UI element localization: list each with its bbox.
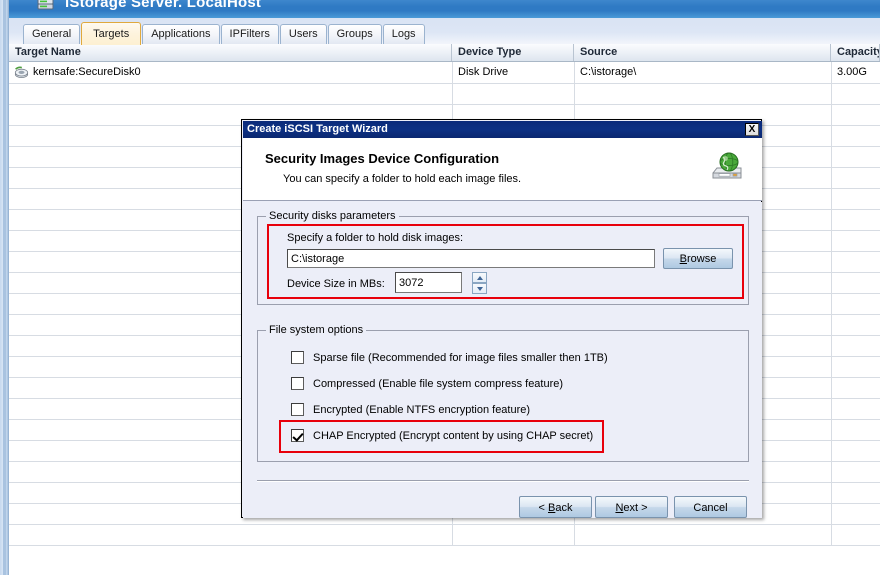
next-button[interactable]: Next >	[595, 496, 668, 518]
checkbox-label: Sparse file (Recommended for image files…	[313, 351, 608, 364]
dialog-titlebar: Create iSCSI Target Wizard X	[243, 121, 762, 138]
grid-column-divider	[452, 83, 453, 104]
window-left-edge-inner	[3, 0, 6, 575]
spinner-up-icon[interactable]	[472, 272, 487, 283]
folder-label: Specify a folder to hold disk images:	[287, 232, 464, 244]
device-size-stepper[interactable]	[472, 272, 487, 294]
grid-column-divider	[831, 251, 832, 272]
browse-button[interactable]: Browse	[663, 248, 733, 269]
grid-column-divider	[831, 335, 832, 356]
checkbox-checked-icon[interactable]	[291, 429, 304, 442]
back-button-label: < Back	[538, 502, 573, 514]
network-disk-drive-icon	[708, 149, 746, 187]
app-titlebar: iStorage Server. LocalHost	[9, 0, 880, 18]
tab-strip: General Targets Applications IPFilters Users…	[9, 18, 880, 45]
grid-column-divider	[831, 503, 832, 524]
tab-ipfilters[interactable]: IPFilters	[220, 24, 279, 44]
grid-column-header[interactable]: Target Name	[9, 44, 452, 61]
back-button[interactable]: < Back	[519, 496, 592, 518]
grid-cell: 3.00G	[837, 66, 867, 78]
grid-column-header[interactable]: Source	[574, 44, 831, 61]
grid-column-divider	[831, 146, 832, 167]
dialog-title: Create iSCSI Target Wizard	[247, 123, 388, 135]
device-size-input[interactable]	[395, 272, 462, 293]
create-iscsi-target-wizard-dialog: Create iSCSI Target Wizard X Security Im…	[241, 119, 762, 518]
close-icon[interactable]: X	[745, 123, 759, 136]
grid-column-header[interactable]: Device Type	[452, 44, 574, 61]
tab-targets[interactable]: Targets	[81, 22, 142, 45]
folder-path-input[interactable]	[287, 249, 655, 268]
grid-header-row: Target Name Device Type Source Capacity	[9, 44, 880, 62]
checkbox-row[interactable]: Encrypted (Enable NTFS encryption featur…	[291, 402, 530, 417]
spinner-up-arrow	[477, 276, 483, 280]
grid-column-header[interactable]: Capacity	[831, 44, 880, 61]
grid-column-divider	[831, 125, 832, 146]
grid-column-divider	[831, 167, 832, 188]
grid-column-divider	[831, 377, 832, 398]
cancel-button[interactable]: Cancel	[674, 496, 747, 518]
grid-column-divider	[831, 188, 832, 209]
grid-cell: kernsafe:SecureDisk0	[33, 66, 141, 78]
table-row[interactable]: kernsafe:SecureDisk0 Disk Drive C:\istorag…	[9, 62, 880, 84]
checkbox-label: Compressed (Enable file system compress …	[313, 377, 564, 390]
grid-cell: Disk Drive	[458, 66, 509, 78]
device-size-label: Device Size in MBs:	[287, 278, 385, 290]
checkbox-label: CHAP Encrypted (Encrypt content by using…	[313, 429, 594, 442]
checkbox-row[interactable]: Sparse file (Recommended for image files…	[291, 350, 608, 365]
grid-column-divider	[831, 524, 832, 545]
checkbox-row[interactable]: CHAP Encrypted (Encrypt content by using…	[291, 428, 593, 443]
security-disks-parameters-title: Security disks parameters	[266, 210, 399, 222]
grid-column-divider	[831, 398, 832, 419]
browse-button-rest: rowse	[687, 253, 717, 265]
grid-column-divider	[831, 314, 832, 335]
grid-column-divider	[574, 524, 575, 545]
dialog-header: Security Images Device Configuration You…	[243, 138, 762, 201]
dialog-subheading: You can specify a folder to hold each im…	[283, 173, 522, 185]
grid-column-divider	[831, 104, 832, 125]
tab-list: General Targets Applications IPFilters Users…	[23, 22, 426, 45]
tab-applications[interactable]: Applications	[142, 24, 220, 44]
browse-button-label: Browse	[680, 253, 717, 265]
tab-general[interactable]: General	[23, 24, 81, 44]
grid-column-divider	[831, 461, 832, 482]
button-separator	[257, 480, 749, 482]
grid-cell: C:\istorage\	[580, 66, 637, 78]
file-system-options-title: File system options	[266, 324, 367, 336]
grid-column-divider	[452, 524, 453, 545]
tab-groups[interactable]: Groups	[327, 24, 382, 44]
grid-column-divider	[831, 83, 832, 104]
main-window: iStorage Server. LocalHost General Target…	[0, 0, 880, 575]
grid-column-divider	[831, 440, 832, 461]
grid-column-divider	[574, 83, 575, 104]
tab-users[interactable]: Users	[279, 24, 327, 44]
table-row[interactable]	[9, 524, 880, 546]
disk-target-icon	[14, 66, 29, 79]
checkbox-row[interactable]: Compressed (Enable file system compress …	[291, 376, 563, 391]
grid-column-divider	[831, 272, 832, 293]
grid-column-divider	[831, 356, 832, 377]
dialog-heading: Security Images Device Configuration	[265, 151, 500, 166]
checkbox-unchecked-icon[interactable]	[291, 403, 304, 416]
grid-column-divider	[831, 230, 832, 251]
spinner-down-icon[interactable]	[472, 283, 487, 294]
grid-column-divider	[831, 293, 832, 314]
server-stack-icon	[35, 0, 57, 14]
grid-column-divider	[831, 419, 832, 440]
next-button-label: Next >	[615, 502, 648, 514]
spinner-down-arrow	[477, 287, 483, 291]
checkbox-unchecked-icon[interactable]	[291, 351, 304, 364]
checkbox-label: Encrypted (Enable NTFS encryption featur…	[313, 403, 531, 416]
grid-column-divider	[831, 209, 832, 230]
grid-column-divider	[831, 482, 832, 503]
checkbox-unchecked-icon[interactable]	[291, 377, 304, 390]
tab-logs[interactable]: Logs	[382, 24, 425, 44]
table-row[interactable]	[9, 83, 880, 105]
app-title: iStorage Server. LocalHost	[65, 0, 262, 11]
browse-accelerator: B	[679, 253, 687, 265]
window-left-edge	[0, 0, 9, 575]
dialog-body: Security disks parameters Specify a fold…	[243, 202, 762, 518]
